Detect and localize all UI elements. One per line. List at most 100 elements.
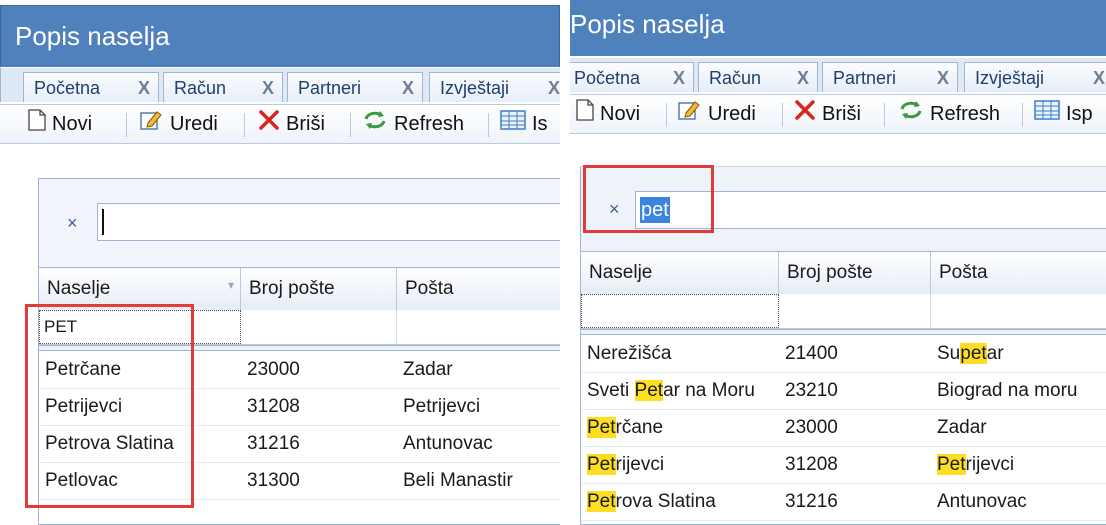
right-screenshot-panel: Popis naselja Početna X Račun X Partneri… bbox=[570, 0, 1106, 525]
edit-icon bbox=[140, 106, 164, 144]
cell-broj-poste: 23210 bbox=[785, 380, 838, 401]
close-icon[interactable]: X bbox=[138, 73, 150, 103]
filter-cell-posta[interactable] bbox=[397, 310, 560, 344]
search-input[interactable] bbox=[97, 203, 560, 241]
tab-pocetna[interactable]: Početna X bbox=[570, 62, 694, 92]
cell-text: Su bbox=[937, 343, 961, 364]
cell-text: Antunovac bbox=[937, 491, 1027, 512]
toolbar-separator bbox=[350, 113, 351, 137]
cell-text: rova Slatina bbox=[615, 491, 716, 512]
refresh-icon bbox=[362, 106, 388, 144]
callout-box bbox=[25, 304, 194, 508]
column-header-broj-poste[interactable]: Broj pošte bbox=[241, 268, 397, 310]
close-icon[interactable]: X bbox=[937, 63, 949, 93]
table-row[interactable]: Sveti Petar na Moru 23210 Biograd na moru bbox=[581, 372, 1106, 410]
tab-partneri[interactable]: Partneri X bbox=[287, 72, 423, 102]
delete-x-icon bbox=[258, 106, 280, 144]
tab-izvjestaji[interactable]: Izvještaji X bbox=[429, 72, 560, 102]
toolbar-separator bbox=[1022, 103, 1023, 127]
tab-racun[interactable]: Račun X bbox=[163, 72, 283, 102]
toolbar-separator bbox=[782, 103, 783, 127]
auto-filter-row bbox=[581, 294, 1106, 329]
toolbar-separator bbox=[488, 113, 489, 137]
filter-cell-posta[interactable] bbox=[931, 294, 1106, 328]
table-print-icon bbox=[500, 106, 526, 144]
new-button[interactable]: Novi bbox=[28, 105, 92, 143]
toolbar-separator bbox=[884, 103, 885, 127]
new-document-icon bbox=[576, 96, 594, 134]
close-icon[interactable]: X bbox=[548, 73, 560, 103]
cell-broj-poste: 31208 bbox=[785, 454, 838, 475]
table-row[interactable]: Nerežišća 21400 Supetar bbox=[581, 335, 1106, 373]
cell-broj-poste: 31300 bbox=[247, 470, 300, 491]
column-header-naselje[interactable]: Naselje bbox=[581, 252, 779, 294]
close-icon[interactable]: X bbox=[673, 63, 685, 93]
window-title: Popis naselja bbox=[0, 5, 560, 67]
tab-izvjestaji[interactable]: Izvještaji X bbox=[964, 62, 1106, 92]
print-button[interactable]: Is bbox=[500, 105, 548, 143]
cell-text: rijevci bbox=[615, 454, 665, 475]
cell-posta: Antunovac bbox=[403, 433, 493, 454]
tab-label: Početna bbox=[34, 78, 101, 98]
filter-cell-broj-poste[interactable] bbox=[241, 310, 397, 344]
delete-button[interactable]: Briši bbox=[794, 95, 861, 133]
refresh-button[interactable]: Refresh bbox=[362, 105, 464, 143]
table-row[interactable]: Petrijevci 31208 Petrijevci bbox=[581, 446, 1106, 484]
column-header-posta[interactable]: Pošta bbox=[931, 252, 1106, 294]
cell-text: rčane bbox=[615, 417, 664, 438]
clear-search-icon[interactable]: × bbox=[67, 213, 78, 234]
close-icon[interactable]: X bbox=[797, 63, 809, 93]
tab-label: Početna bbox=[574, 68, 641, 88]
cell-text: rijevci bbox=[965, 454, 1015, 475]
cell-posta: Zadar bbox=[403, 359, 453, 380]
toolbar-separator bbox=[244, 113, 245, 137]
tab-racun[interactable]: Račun X bbox=[698, 62, 818, 92]
toolbar-separator bbox=[666, 103, 667, 127]
close-icon[interactable]: X bbox=[1093, 63, 1105, 93]
edit-icon bbox=[678, 96, 702, 134]
close-icon[interactable]: X bbox=[262, 73, 274, 103]
edit-button[interactable]: Uredi bbox=[140, 105, 218, 143]
new-button-label: Novi bbox=[600, 103, 641, 125]
cell-text: Biograd na moru bbox=[937, 380, 1078, 401]
tab-partneri[interactable]: Partneri X bbox=[822, 62, 958, 92]
cell-naselje: Petrijevci bbox=[581, 446, 664, 483]
search-match-highlight: pet bbox=[960, 343, 987, 364]
table-row[interactable]: Petrčane 23000 Zadar bbox=[581, 409, 1106, 447]
tab-label: Račun bbox=[709, 68, 762, 88]
tab-label: Partneri bbox=[833, 68, 897, 88]
cell-naselje: Nerežišća bbox=[581, 335, 671, 372]
filter-cell-broj-poste[interactable] bbox=[779, 294, 931, 328]
filter-cell-naselje[interactable] bbox=[581, 294, 779, 328]
tab-pocetna[interactable]: Početna X bbox=[23, 72, 159, 102]
close-icon[interactable]: X bbox=[402, 73, 414, 103]
edit-button-label: Uredi bbox=[170, 113, 218, 135]
cell-broj-poste: 31216 bbox=[785, 491, 838, 512]
edit-button[interactable]: Uredi bbox=[678, 95, 756, 133]
new-document-icon bbox=[28, 106, 46, 144]
column-header-broj-poste[interactable]: Broj pošte bbox=[779, 252, 931, 294]
new-button[interactable]: Novi bbox=[576, 95, 640, 133]
tab-strip: Početna X Račun X Partneri X Izvještaji … bbox=[570, 58, 1106, 92]
cell-text: Zadar bbox=[937, 417, 987, 438]
print-button[interactable]: Isp bbox=[1034, 95, 1093, 133]
search-match-highlight: Pet bbox=[937, 454, 966, 475]
callout-box bbox=[583, 165, 714, 233]
delete-button-label: Briši bbox=[286, 113, 325, 135]
cell-posta: Antunovac bbox=[931, 483, 1027, 520]
column-header-posta[interactable]: Pošta bbox=[397, 268, 560, 310]
cell-naselje: Petrova Slatina bbox=[581, 483, 716, 520]
tab-label: Izvještaji bbox=[440, 78, 510, 98]
table-print-icon bbox=[1034, 96, 1060, 134]
search-match-highlight: Pet bbox=[587, 417, 616, 438]
table-row[interactable]: Petrova Slatina 31216 Antunovac bbox=[581, 483, 1106, 521]
left-screenshot-panel: Popis naselja Početna X Račun X Partneri… bbox=[0, 0, 560, 525]
delete-button[interactable]: Briši bbox=[258, 105, 325, 143]
refresh-button[interactable]: Refresh bbox=[898, 95, 1000, 133]
search-panel: × bbox=[39, 179, 560, 267]
search-match-highlight: Pet bbox=[587, 491, 616, 512]
delete-x-icon bbox=[794, 96, 816, 134]
tab-label: Račun bbox=[174, 78, 227, 98]
cell-text: Nerežišća bbox=[587, 343, 672, 364]
filter-funnel-icon[interactable]: ▾ bbox=[228, 264, 234, 306]
